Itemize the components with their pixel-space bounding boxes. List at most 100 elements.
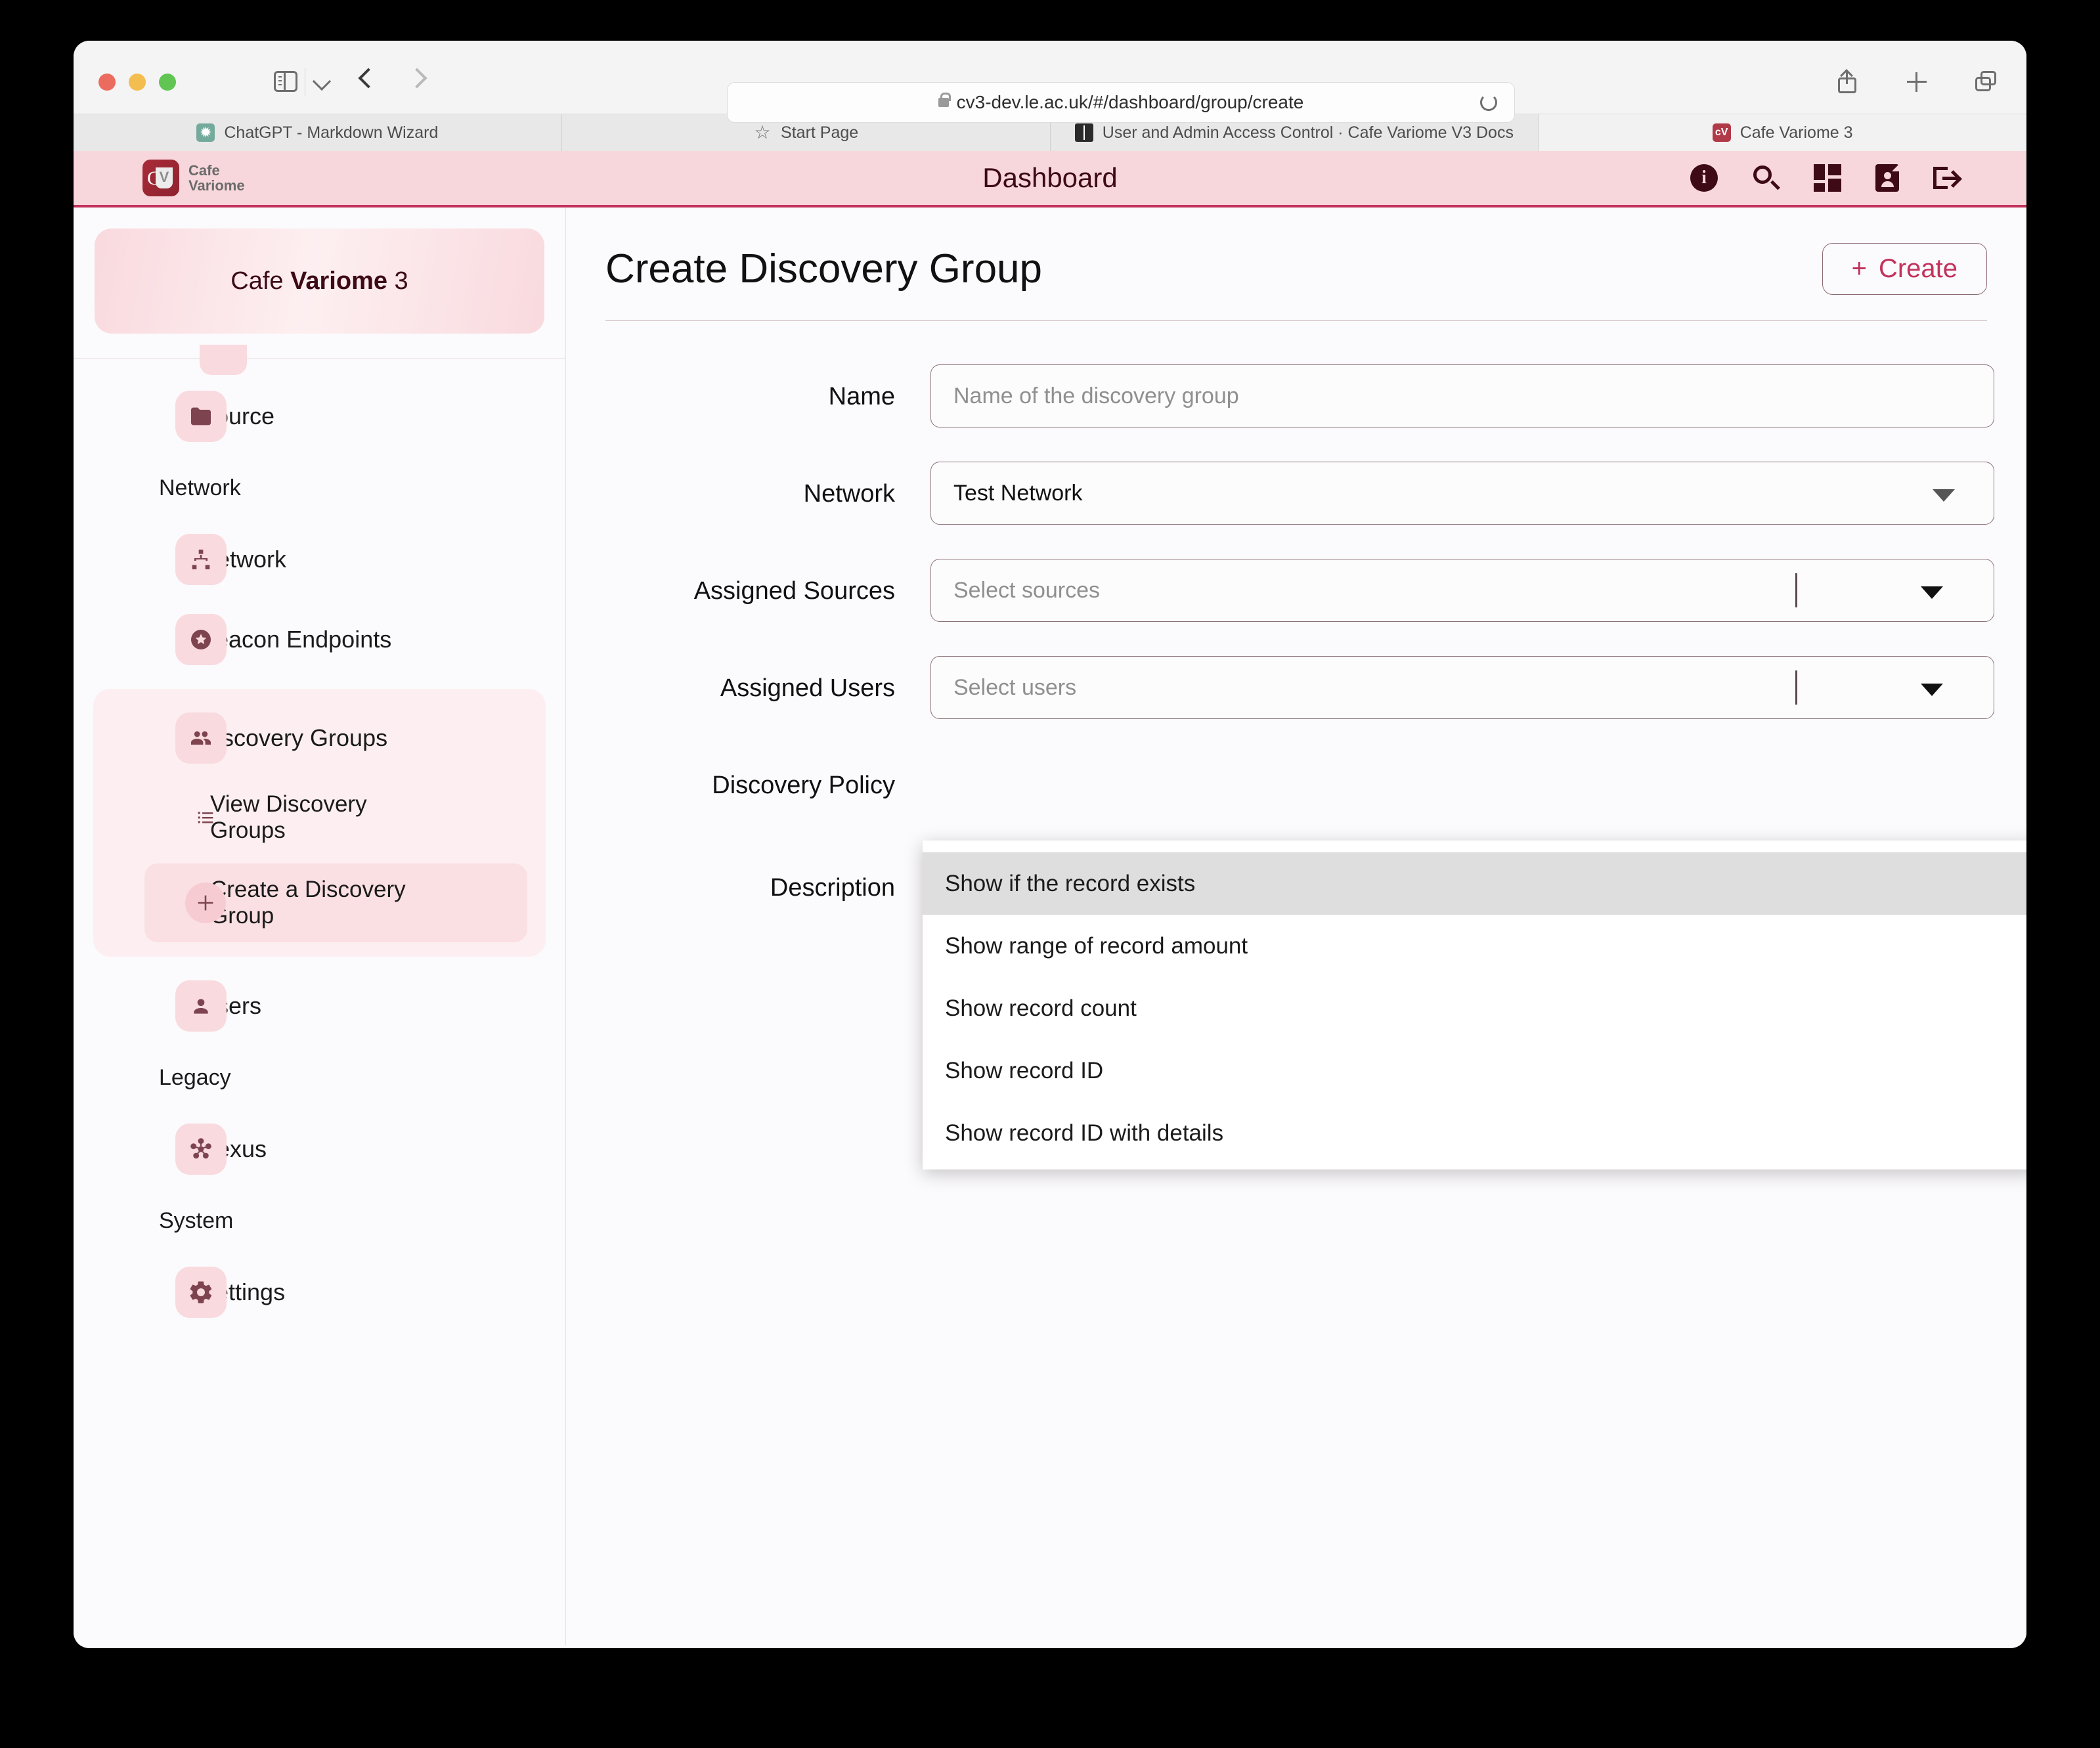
browser-tab-label: Start Page <box>781 123 859 142</box>
app-logo[interactable]: C Cafe Variome <box>142 160 245 196</box>
browser-toolbar: cv3-dev.le.ac.uk/#/dashboard/group/creat… <box>74 41 2026 123</box>
browser-tab[interactable]: ChatGPT - Markdown Wizard <box>74 114 562 151</box>
form-row-network: Network Test Network ? <box>566 462 2026 525</box>
tab-overview-icon[interactable] <box>1975 71 1998 93</box>
person-icon <box>175 980 227 1032</box>
sitemap-icon <box>175 534 227 585</box>
network-select-value: Test Network <box>953 480 1083 506</box>
sidebar-item-users[interactable]: Users <box>74 966 565 1046</box>
logout-icon[interactable] <box>1933 164 1961 192</box>
lock-icon <box>938 93 951 107</box>
form-row-assigned-sources: Assigned Sources Select sources ? <box>566 559 2026 622</box>
reload-icon[interactable] <box>1480 94 1497 111</box>
assigned-users-select[interactable]: Select users <box>930 656 1994 719</box>
org-card-label: Cafe Variome 3 <box>230 267 408 295</box>
app-logo-line1: Cafe <box>188 162 220 179</box>
close-window-button[interactable] <box>98 74 116 91</box>
chevron-down-icon <box>1921 684 1943 696</box>
nexus-icon <box>175 1124 227 1175</box>
book-icon <box>1074 123 1093 142</box>
sidebar-section-legacy: Legacy <box>159 1064 231 1090</box>
form-row-name: Name Name of the discovery group ? <box>566 364 2026 427</box>
network-label: Network <box>803 480 895 508</box>
minimize-window-button[interactable] <box>129 74 146 91</box>
toolbar-actions <box>1836 71 1998 93</box>
sidebar-item-label: Discovery Groups <box>200 724 388 751</box>
chevron-down-icon <box>1933 489 1955 502</box>
chevron-down-icon[interactable] <box>312 72 332 91</box>
text-caret <box>1795 670 1797 705</box>
form-row-assigned-users: Assigned Users Select users ? <box>566 656 2026 719</box>
sidebar-item-network[interactable]: Network <box>74 519 565 600</box>
name-input[interactable]: Name of the discovery group <box>930 364 1994 427</box>
maximize-window-button[interactable] <box>159 74 176 91</box>
dropdown-option[interactable]: Show range of record amount <box>923 915 2026 977</box>
browser-tab-label: ChatGPT - Markdown Wizard <box>224 123 439 142</box>
sidebar-section-network: Network <box>159 475 241 500</box>
grid-icon[interactable] <box>1814 164 1841 192</box>
description-label: Description <box>770 874 895 902</box>
app-logo-text: Cafe Variome <box>188 163 245 193</box>
dropdown-option[interactable]: Show record ID with details <box>923 1102 2026 1164</box>
sidebar-group-discovery-groups: Discovery Groups View Discovery Groups C… <box>93 689 546 957</box>
app-header: C Cafe Variome Dashboard <box>74 151 2026 208</box>
sidebar-toggle-icon[interactable] <box>274 71 297 92</box>
sidebar-section-system: System <box>159 1208 234 1233</box>
people-icon <box>175 712 227 764</box>
text-caret <box>1795 573 1797 607</box>
window-controls <box>98 74 176 91</box>
name-input-placeholder: Name of the discovery group <box>953 383 1239 408</box>
cafe-variome-icon <box>1712 123 1731 142</box>
url-text: cv3-dev.le.ac.uk/#/dashboard/group/creat… <box>956 92 1304 112</box>
assigned-users-label: Assigned Users <box>720 674 895 702</box>
assigned-sources-label: Assigned Sources <box>693 577 895 605</box>
folder-icon <box>175 391 227 442</box>
sidebar-item-beacon-endpoints[interactable]: Beacon Endpoints <box>74 600 565 680</box>
page-title: Create Discovery Group <box>605 246 1043 292</box>
main-header: Create Discovery Group + Create <box>566 208 2026 295</box>
app-header-actions <box>1690 164 1961 192</box>
browser-tab-label: Cafe Variome 3 <box>1739 123 1853 142</box>
address-bar[interactable]: cv3-dev.le.ac.uk/#/dashboard/group/creat… <box>727 82 1515 123</box>
chatgpt-icon <box>196 123 215 142</box>
dropdown-option[interactable]: Show record ID <box>923 1039 2026 1102</box>
plus-icon: + <box>1851 254 1867 283</box>
sidebar-item-settings[interactable]: Settings <box>74 1252 565 1332</box>
info-icon[interactable] <box>1690 164 1718 192</box>
cafe-variome-logo-icon: C <box>142 160 179 196</box>
org-card[interactable]: Cafe Variome 3 <box>95 229 544 334</box>
browser-tab-active[interactable]: Cafe Variome 3 <box>1539 114 2026 151</box>
browser-tab-label: User and Admin Access Control · Cafe Var… <box>1102 123 1514 142</box>
sidebar-scrolled-item <box>74 345 565 376</box>
share-icon[interactable] <box>1836 71 1858 93</box>
dropdown-option[interactable]: Show if the record exists <box>923 852 2026 915</box>
app-logo-line2: Variome <box>188 177 245 194</box>
sidebar-item-source[interactable]: Source <box>74 376 565 456</box>
assigned-sources-placeholder: Select sources <box>953 577 1100 603</box>
sidebar-item-discovery-groups[interactable]: Discovery Groups <box>93 698 546 778</box>
back-button[interactable] <box>358 68 379 89</box>
sidebar: Cafe Variome 3 Source Network Network Be… <box>74 208 566 1646</box>
chevron-down-icon <box>1921 586 1943 599</box>
sidebar-subitem-label: View Discovery Groups <box>210 791 367 843</box>
plus-icon <box>185 883 226 923</box>
create-discovery-group-form: Name Name of the discovery group ? Netwo… <box>566 321 2026 919</box>
contact-card-icon[interactable] <box>1875 164 1899 192</box>
assigned-sources-select[interactable]: Select sources <box>930 559 1994 622</box>
discovery-policy-dropdown[interactable]: Show if the record exists Show range of … <box>923 841 2026 1169</box>
sidebar-item-view-discovery-groups[interactable]: View Discovery Groups <box>93 778 546 857</box>
sidebar-item-nexus[interactable]: Nexus <box>74 1109 565 1189</box>
new-tab-icon[interactable] <box>1906 71 1928 93</box>
assigned-users-placeholder: Select users <box>953 674 1077 700</box>
form-row-discovery-policy: Discovery Policy ? <box>566 753 2026 816</box>
gear-icon <box>175 1267 227 1318</box>
search-icon[interactable] <box>1752 164 1780 192</box>
discovery-policy-label: Discovery Policy <box>712 772 895 799</box>
network-select[interactable]: Test Network <box>930 462 1994 525</box>
sidebar-subitem-label: Create a Discovery Group <box>210 876 406 929</box>
sidebar-item-create-a-discovery-group[interactable]: Create a Discovery Group <box>144 863 527 942</box>
create-button-label: Create <box>1878 254 1958 283</box>
create-button[interactable]: + Create <box>1822 243 1987 295</box>
dropdown-option[interactable]: Show record count <box>923 977 2026 1039</box>
forward-button[interactable] <box>406 68 427 89</box>
